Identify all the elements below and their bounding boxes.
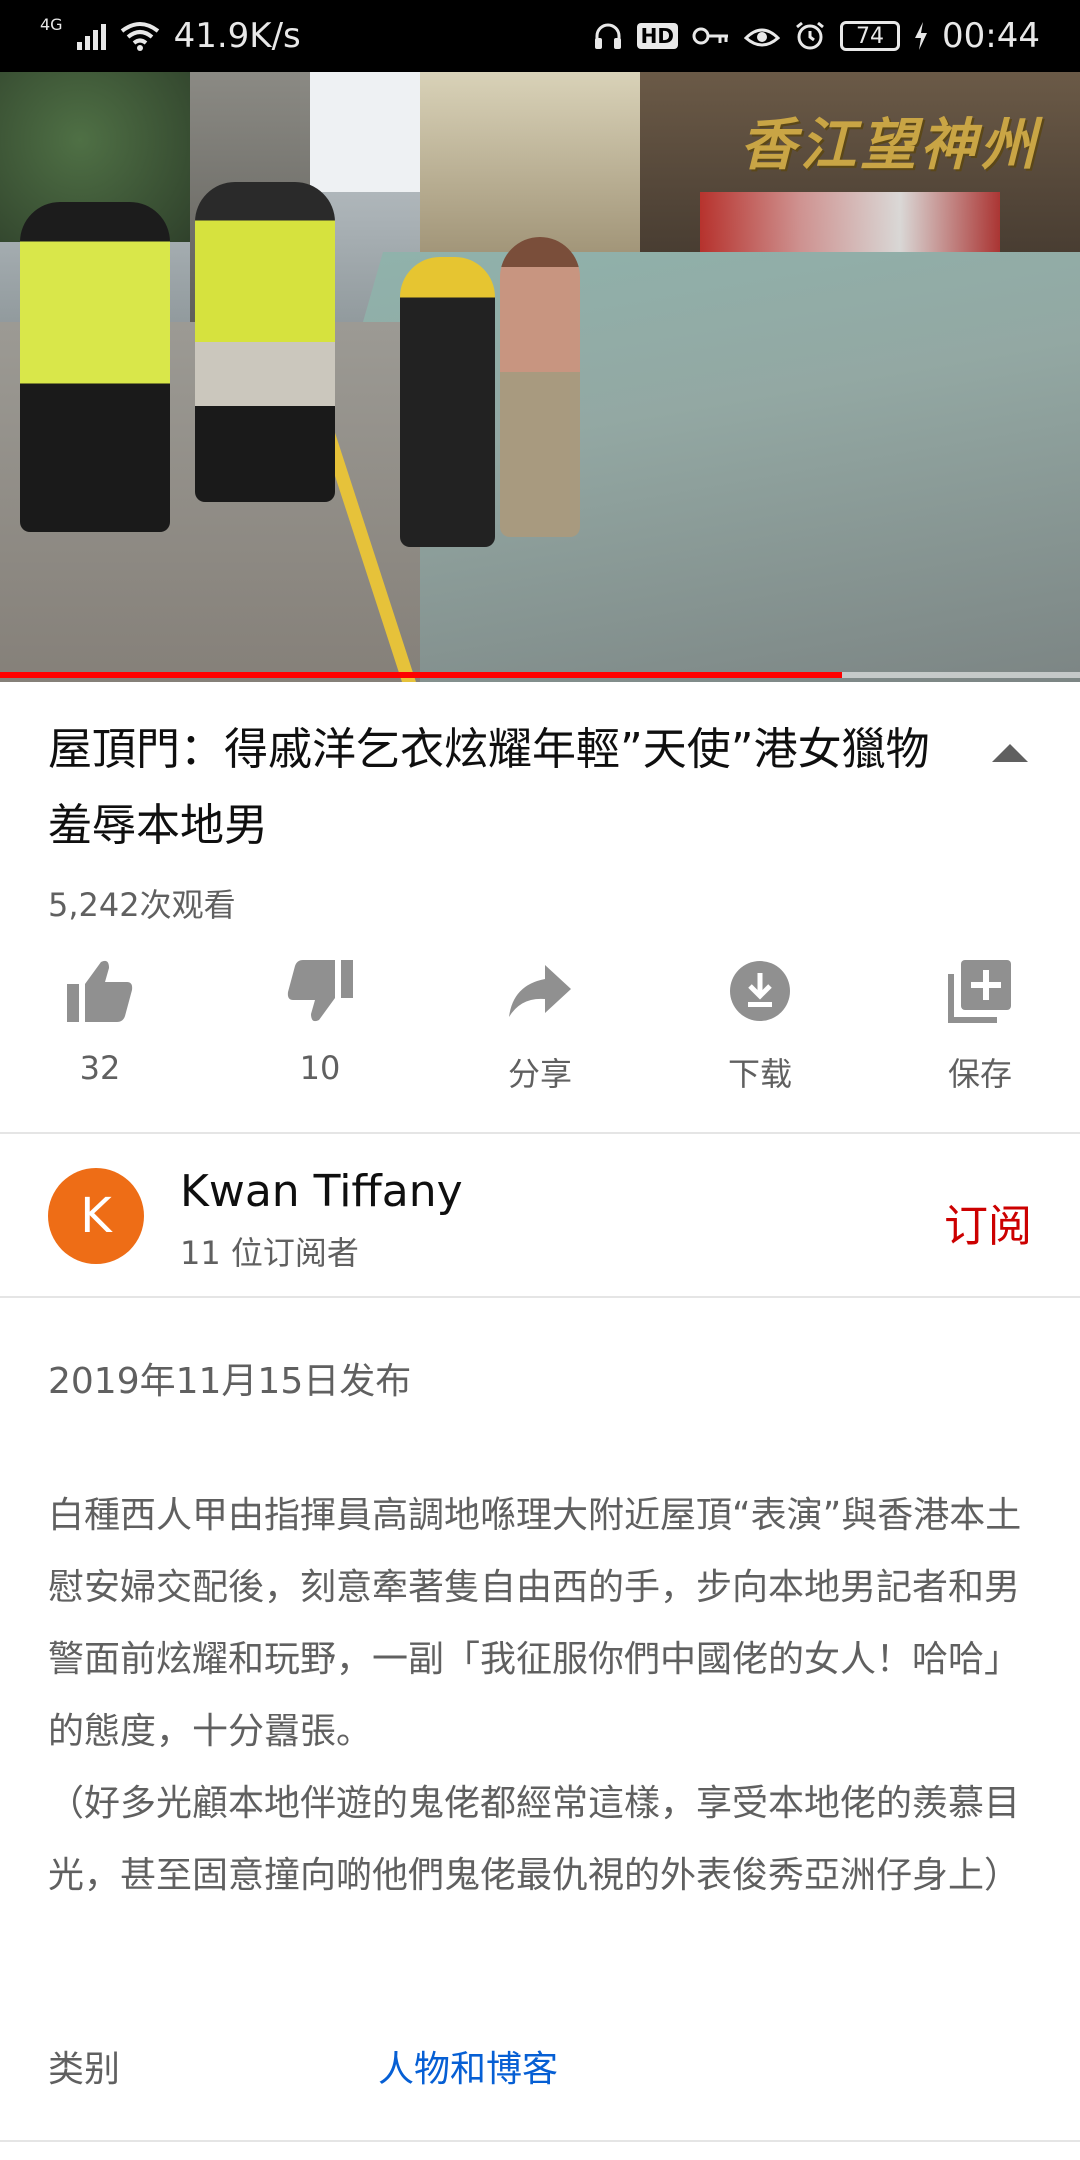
video-player[interactable]: 香江望神州 bbox=[0, 72, 1080, 682]
save-label: 保存 bbox=[947, 1055, 1012, 1093]
divider bbox=[0, 2140, 1080, 2142]
dislike-button[interactable]: 10 bbox=[260, 955, 380, 1105]
alarm-icon bbox=[796, 21, 824, 50]
download-button[interactable]: 下载 bbox=[700, 955, 820, 1105]
divider bbox=[0, 1132, 1080, 1134]
video-title-area: 屋頂門：得戚洋乞衣炫耀年輕”天使”港女獵物 羞辱本地男 bbox=[48, 712, 938, 864]
status-bar: 4G 41.9K/s HD 74 00:44 bbox=[0, 0, 1080, 72]
like-count: 32 bbox=[79, 1049, 121, 1087]
video-description: 白種西人甲由指揮員高調地喺理大附近屋頂“表演”與香港本土慰安婦交配後，刻意牽著隻… bbox=[48, 1495, 1022, 1896]
video-frame-person bbox=[195, 182, 335, 502]
avatar-letter: K bbox=[80, 1188, 112, 1244]
headphones-icon bbox=[594, 23, 621, 49]
playlist-add-icon bbox=[944, 955, 1016, 1027]
collapse-description-button[interactable] bbox=[988, 738, 1032, 768]
share-button[interactable]: 分享 bbox=[480, 955, 600, 1105]
triangle-up-icon bbox=[992, 744, 1028, 762]
battery-level: 74 bbox=[856, 23, 885, 49]
battery-icon: 74 bbox=[840, 21, 901, 51]
video-frame-sky bbox=[300, 72, 420, 192]
category-label: 类别 bbox=[48, 2049, 121, 2090]
video-progress-bar[interactable] bbox=[0, 672, 1080, 678]
video-frame-person bbox=[20, 202, 170, 532]
share-label: 分享 bbox=[507, 1055, 572, 1093]
channel-avatar[interactable]: K bbox=[48, 1168, 144, 1264]
video-title: 屋頂門：得戚洋乞衣炫耀年輕”天使”港女獵物 羞辱本地男 bbox=[48, 724, 930, 851]
video-progress-fill bbox=[0, 672, 843, 678]
save-button[interactable]: 保存 bbox=[920, 955, 1040, 1105]
status-bar-right: HD 74 00:44 bbox=[593, 0, 1040, 72]
wifi-icon bbox=[120, 22, 159, 51]
network-type: 4G bbox=[40, 14, 63, 34]
subscribe-button[interactable]: 订阅 bbox=[944, 1190, 1032, 1254]
publish-date: 2019年11月15日发布 bbox=[48, 1361, 412, 1402]
share-arrow-icon bbox=[504, 955, 576, 1027]
eye-icon bbox=[744, 28, 781, 47]
subscriber-count: 11 位订阅者 bbox=[180, 1234, 359, 1272]
hd-icon: HD bbox=[636, 23, 679, 49]
thumbs-down-icon bbox=[284, 955, 356, 1027]
like-button[interactable]: 32 bbox=[40, 955, 160, 1105]
signal-icon bbox=[76, 22, 106, 50]
net-speed: 41.9K/s bbox=[173, 16, 301, 56]
charging-icon bbox=[915, 22, 928, 50]
status-bar-left: 4G 41.9K/s bbox=[40, 0, 301, 72]
download-label: 下载 bbox=[727, 1055, 792, 1093]
clock: 00:44 bbox=[942, 16, 1040, 56]
video-frame-person bbox=[500, 237, 580, 537]
channel-name[interactable]: Kwan Tiffany bbox=[180, 1166, 463, 1217]
video-watermark: 香江望神州 bbox=[740, 112, 1040, 178]
view-count: 5,242次观看 bbox=[48, 886, 236, 924]
divider bbox=[0, 1296, 1080, 1298]
key-icon bbox=[692, 27, 729, 45]
thumbs-up-icon bbox=[64, 955, 136, 1027]
download-icon bbox=[724, 955, 796, 1027]
category-link[interactable]: 人物和博客 bbox=[378, 2040, 558, 2092]
action-bar: 32 10 分享 下载 保存 bbox=[40, 955, 1040, 1105]
dislike-count: 10 bbox=[299, 1049, 341, 1087]
video-frame-person bbox=[400, 257, 495, 547]
